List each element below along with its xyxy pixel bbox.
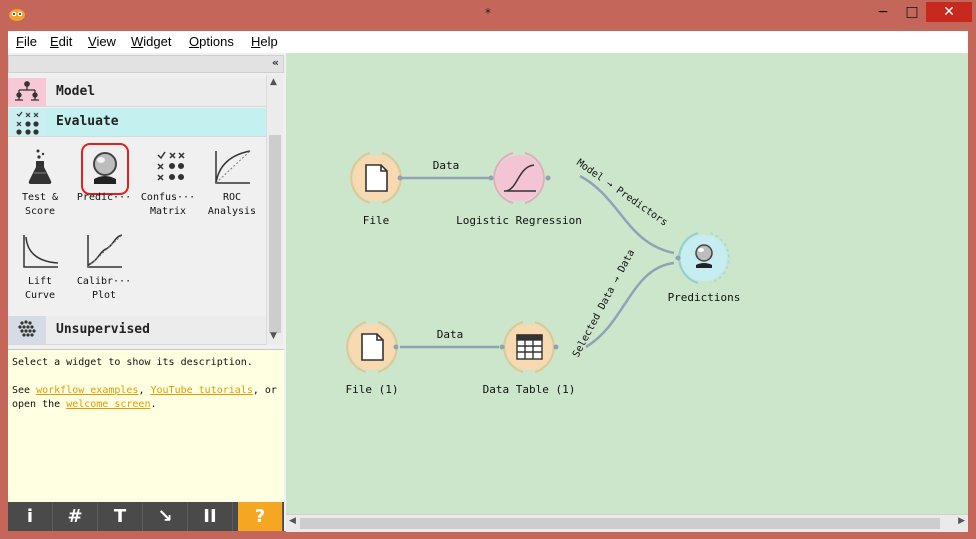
scroll-right-arrow[interactable]: ▶ bbox=[958, 516, 965, 526]
workflow-examples-link[interactable]: workflow examples bbox=[36, 385, 138, 396]
category-evaluate-label: Evaluate bbox=[56, 114, 119, 129]
cluster-dots-icon bbox=[18, 320, 36, 337]
toolbox-scrollbar[interactable]: ▲ ▼ bbox=[266, 75, 283, 345]
menu-view[interactable]: View bbox=[88, 34, 116, 49]
scroll-thumb[interactable] bbox=[269, 135, 281, 333]
scroll-thumb[interactable] bbox=[300, 518, 940, 529]
tool-label: Calibr··· Plot bbox=[76, 276, 132, 301]
node-logistic-regression[interactable]: Logistic Regression bbox=[456, 152, 582, 227]
menu-file[interactable]: File bbox=[16, 34, 37, 49]
workflow-canvas[interactable]: Data Model → Predictors Data Selected Da… bbox=[286, 53, 968, 531]
link-label-file-logreg: Data bbox=[433, 159, 460, 172]
scroll-up-arrow[interactable]: ▲ bbox=[270, 77, 277, 87]
description-panel: Select a widget to show its description.… bbox=[8, 349, 284, 502]
tool-label: ROC Analysis bbox=[207, 192, 257, 217]
category-model-label: Model bbox=[56, 84, 96, 99]
file-icon bbox=[361, 333, 384, 361]
node-datatable-label: Data Table (1) bbox=[483, 383, 576, 396]
help-button[interactable]: ? bbox=[238, 502, 283, 531]
crystal-ball-icon bbox=[81, 143, 129, 195]
collapse-icon[interactable]: « bbox=[272, 56, 279, 69]
minimize-button[interactable]: − bbox=[868, 2, 898, 22]
lift-curve-icon bbox=[23, 235, 59, 268]
arrow-annotation-button[interactable]: ↘ bbox=[143, 502, 188, 531]
crystal-ball-icon bbox=[695, 244, 713, 262]
canvas-horizontal-scrollbar[interactable]: ◀ ▶ bbox=[286, 514, 968, 532]
node-file-1[interactable]: File (1) bbox=[346, 321, 399, 396]
description-text: Select a widget to show its description. bbox=[12, 357, 253, 368]
close-button[interactable]: ✕ bbox=[926, 2, 972, 22]
workflow-svg: Data Model → Predictors Data Selected Da… bbox=[346, 152, 741, 396]
menu-bar: File Edit View Widget Options Help bbox=[8, 31, 968, 53]
confusion-matrix-icon bbox=[157, 151, 185, 181]
link-label-file1-table: Data bbox=[437, 328, 464, 341]
link-label-logreg-pred: Model → Predictors bbox=[574, 157, 669, 228]
node-file[interactable]: File bbox=[350, 152, 403, 227]
tool-confusion-matrix[interactable]: Confus··· Matrix bbox=[136, 147, 200, 227]
category-model[interactable]: Model bbox=[8, 78, 266, 107]
category-unsupervised[interactable]: Unsupervised bbox=[8, 316, 266, 345]
tool-label: Test & Score bbox=[21, 192, 59, 217]
maximize-button[interactable]: □ bbox=[898, 2, 926, 22]
node-predictions-label: Predictions bbox=[668, 291, 741, 304]
node-file1-label: File (1) bbox=[346, 383, 399, 396]
evaluate-grid-icon bbox=[16, 111, 39, 135]
tool-predictions[interactable]: Predic··· bbox=[72, 143, 136, 227]
tool-label: Confus··· Matrix bbox=[140, 192, 196, 217]
info-button[interactable]: i bbox=[8, 502, 53, 531]
flask-icon bbox=[28, 149, 52, 184]
menu-edit[interactable]: Edit bbox=[50, 34, 72, 49]
app-window: * − □ ✕ File Edit View Widget Options He… bbox=[0, 0, 976, 539]
file-icon bbox=[365, 164, 388, 192]
text-annotation-button[interactable]: T bbox=[98, 502, 143, 531]
tree-icon bbox=[15, 81, 39, 101]
node-file-label: File bbox=[363, 214, 390, 227]
menu-options[interactable]: Options bbox=[189, 34, 234, 49]
tool-label: Predic··· bbox=[76, 192, 132, 203]
node-data-table[interactable]: Data Table (1) bbox=[483, 321, 576, 396]
roc-curve-icon bbox=[215, 150, 251, 184]
description-welcome-line: open the welcome screen. bbox=[12, 399, 157, 410]
dock-collapse-bar[interactable]: « bbox=[8, 55, 284, 73]
dock-toolbar: i # T ↘ II ? bbox=[8, 502, 284, 531]
link-label-table-pred: Selected Data → Data bbox=[571, 248, 637, 359]
scroll-down-arrow[interactable]: ▼ bbox=[270, 331, 277, 341]
window-title: * bbox=[485, 6, 491, 20]
tool-test-score[interactable]: Test & Score bbox=[8, 147, 72, 227]
table-icon bbox=[516, 334, 543, 360]
grid-button[interactable]: # bbox=[53, 502, 98, 531]
toolbox: Model Evaluate Test & Score Predic··· Co… bbox=[8, 75, 266, 345]
pause-button[interactable]: II bbox=[188, 502, 233, 531]
menu-help[interactable]: Help bbox=[251, 34, 278, 49]
scroll-left-arrow[interactable]: ◀ bbox=[289, 516, 296, 526]
youtube-tutorials-link[interactable]: YouTube tutorials bbox=[151, 385, 253, 396]
node-predictions[interactable]: Predictions bbox=[668, 232, 741, 304]
tool-lift-curve[interactable]: Lift Curve bbox=[8, 231, 72, 311]
category-unsupervised-label: Unsupervised bbox=[56, 322, 150, 337]
tool-calibration-plot[interactable]: Calibr··· Plot bbox=[72, 231, 136, 311]
description-links-line: See workflow examples, YouTube tutorials… bbox=[12, 385, 277, 396]
welcome-screen-link[interactable]: welcome screen bbox=[66, 399, 150, 410]
node-logreg-label: Logistic Regression bbox=[456, 214, 582, 227]
tool-label: Lift Curve bbox=[24, 276, 56, 301]
widget-dock: « Model Evaluate Test & Score Predic··· … bbox=[8, 53, 284, 531]
menu-widget[interactable]: Widget bbox=[131, 34, 171, 49]
calibration-plot-icon bbox=[87, 234, 123, 268]
main-content: « Model Evaluate Test & Score Predic··· … bbox=[8, 53, 968, 532]
title-bar: * − □ ✕ bbox=[0, 0, 976, 28]
tool-roc-analysis[interactable]: ROC Analysis bbox=[200, 147, 264, 227]
category-evaluate[interactable]: Evaluate bbox=[8, 108, 266, 137]
